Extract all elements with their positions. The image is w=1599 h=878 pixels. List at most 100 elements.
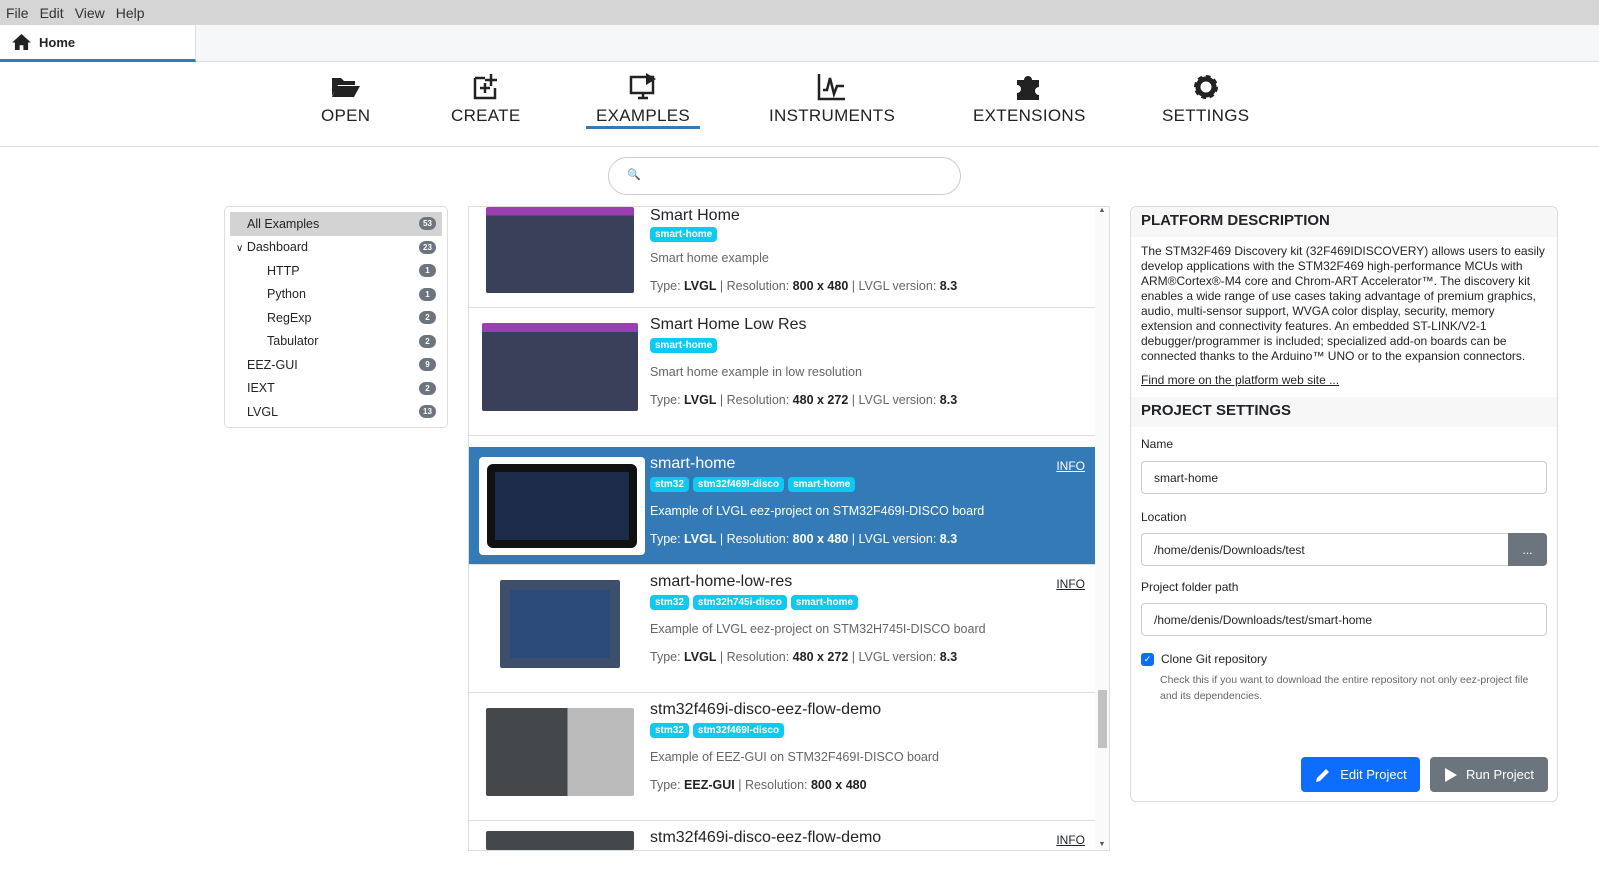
nav-open-label: OPEN	[321, 106, 371, 125]
location-label: Location	[1141, 510, 1187, 524]
menu-view[interactable]: View	[75, 5, 105, 21]
examples-icon	[629, 73, 657, 100]
menu-help[interactable]: Help	[116, 5, 145, 21]
example-description: Example of LVGL eez-project on STM32H745…	[650, 622, 986, 636]
info-link[interactable]: INFO	[1056, 833, 1085, 847]
label: IEXT	[247, 381, 275, 396]
example-description: Example of LVGL eez-project on STM32F469…	[650, 504, 985, 518]
main-nav: OPEN CREATE EXAMPLES INSTRUMENTS EXTENSI…	[0, 62, 1599, 147]
nav-create-label: CREATE	[451, 106, 521, 125]
location-value: /home/denis/Downloads/test	[1154, 542, 1305, 557]
example-item[interactable]: Smart Home smart-home Smart home example…	[469, 207, 1095, 308]
menu-file[interactable]: File	[6, 5, 29, 21]
category-sidebar: All Examples 53 ∨ Dashboard 23 HTTP 1 Pytho…	[224, 206, 448, 428]
label: Dashboard	[246, 240, 308, 255]
tag: smart-home	[650, 227, 718, 242]
example-title: smart-home-low-res	[650, 573, 793, 590]
count-badge: 1	[419, 287, 436, 301]
nav-extensions[interactable]: EXTENSIONS	[973, 72, 1086, 126]
run-project-button[interactable]: Run Project	[1430, 757, 1548, 792]
sidebar-item-eez-gui[interactable]: EEZ-GUI 9	[230, 353, 442, 377]
chevron-down-icon[interactable]: ∨	[236, 243, 243, 254]
create-icon	[473, 74, 497, 100]
example-thumbnail	[487, 464, 637, 548]
label: All Examples	[247, 216, 320, 231]
tag: stm32	[650, 477, 689, 492]
name-label: Name	[1141, 437, 1174, 451]
example-title: Smart Home Low Res	[650, 316, 807, 333]
count-badge: 2	[419, 334, 436, 348]
example-item[interactable]: stm32f469i-disco-eez-flow-demo stm32 stm3…	[469, 693, 1095, 821]
example-item[interactable]: Smart Home Low Res smart-home Smart home…	[469, 308, 1095, 436]
chart-icon	[817, 74, 846, 101]
example-item-selected[interactable]: smart-home stm32 stm32f469I-disco smart-ho…	[469, 447, 1095, 565]
puzzle-icon	[1017, 76, 1040, 100]
nav-extensions-label: EXTENSIONS	[973, 106, 1086, 125]
count-badge: 53	[419, 217, 436, 231]
example-thumbnail	[486, 831, 634, 850]
count-badge: 13	[419, 405, 436, 419]
example-item[interactable]: stm32f469i-disco-eez-flow-demo INFO	[469, 821, 1095, 850]
tag: stm32	[650, 595, 689, 610]
home-icon	[12, 34, 31, 50]
platform-link[interactable]: Find more on the platform web site ...	[1131, 373, 1557, 387]
browse-button[interactable]: ...	[1508, 533, 1547, 566]
sidebar-item-lvgl[interactable]: LVGL 13	[230, 400, 442, 424]
label: Python	[267, 287, 306, 302]
nav-create[interactable]: CREATE	[451, 72, 521, 126]
scrollbar[interactable]: ▲ ▼	[1095, 207, 1109, 850]
sidebar-item-dashboard[interactable]: ∨ Dashboard 23	[230, 236, 442, 260]
nav-examples[interactable]: EXAMPLES	[586, 72, 701, 129]
tab-bar: Home	[0, 25, 1599, 62]
sidebar-item-iext[interactable]: IEXT 2	[230, 377, 442, 401]
tag: smart-home	[650, 338, 718, 353]
count-badge: 23	[419, 240, 436, 254]
count-badge: 1	[419, 264, 436, 278]
tag: smart-home	[790, 595, 859, 610]
sidebar-item-regexp[interactable]: RegExp 2	[230, 306, 442, 330]
tab-home-label: Home	[39, 34, 76, 50]
example-item[interactable]: smart-home-low-res stm32 stm32h745i-disco…	[469, 565, 1095, 693]
menu-bar: File Edit View Help	[0, 0, 1599, 25]
location-field[interactable]: /home/denis/Downloads/test...	[1141, 533, 1547, 566]
tag: stm32h745i-disco	[692, 595, 787, 610]
clone-help: Check this if you want to download the e…	[1160, 674, 1529, 702]
example-thumbnail	[500, 580, 620, 668]
folder-label: Project folder path	[1141, 580, 1239, 594]
clone-checkbox[interactable]: ✓	[1141, 652, 1154, 666]
nav-settings[interactable]: SETTINGS	[1162, 72, 1249, 126]
label: LVGL	[247, 404, 279, 419]
example-title: stm32f469i-disco-eez-flow-demo	[650, 829, 882, 846]
example-meta: Type: LVGL | Resolution: 800 x 480 | LVG…	[650, 532, 958, 546]
example-thumbnail	[486, 207, 634, 293]
sidebar-item-python[interactable]: Python 1	[230, 283, 442, 307]
tab-home[interactable]: Home	[0, 25, 196, 62]
folder-open-icon	[331, 78, 360, 97]
search-input[interactable]: 🔍	[608, 157, 961, 195]
label: RegExp	[267, 310, 312, 325]
gear-icon	[1193, 75, 1218, 99]
example-thumbnail	[482, 323, 638, 411]
tag: smart-home	[788, 477, 856, 492]
settings-heading: PROJECT SETTINGS	[1131, 397, 1557, 427]
sidebar-item-http[interactable]: HTTP 1	[230, 259, 442, 283]
folder-path-field: /home/denis/Downloads/test/smart-home	[1141, 603, 1547, 636]
info-link[interactable]: INFO	[1056, 577, 1085, 591]
label: EEZ-GUI	[247, 357, 298, 372]
info-link[interactable]: INFO	[1056, 459, 1085, 473]
tag: stm32f469I-disco	[692, 723, 785, 738]
menu-edit[interactable]: Edit	[40, 5, 64, 21]
sidebar-item-tabulator[interactable]: Tabulator 2	[230, 330, 442, 354]
name-field[interactable]: smart-home	[1141, 461, 1547, 494]
nav-settings-label: SETTINGS	[1162, 106, 1250, 125]
nav-instruments[interactable]: INSTRUMENTS	[769, 72, 895, 126]
clone-label: Clone Git repository	[1161, 652, 1268, 666]
edit-project-button[interactable]: Edit Project	[1301, 757, 1420, 792]
scrollbar-thumb[interactable]	[1098, 690, 1107, 748]
tag: stm32	[650, 723, 689, 738]
label: HTTP	[267, 263, 300, 278]
sidebar-item-all-examples[interactable]: All Examples 53	[230, 212, 442, 236]
nav-open[interactable]: OPEN	[321, 72, 370, 126]
count-badge: 9	[419, 358, 436, 372]
example-title: Smart Home	[650, 207, 740, 224]
